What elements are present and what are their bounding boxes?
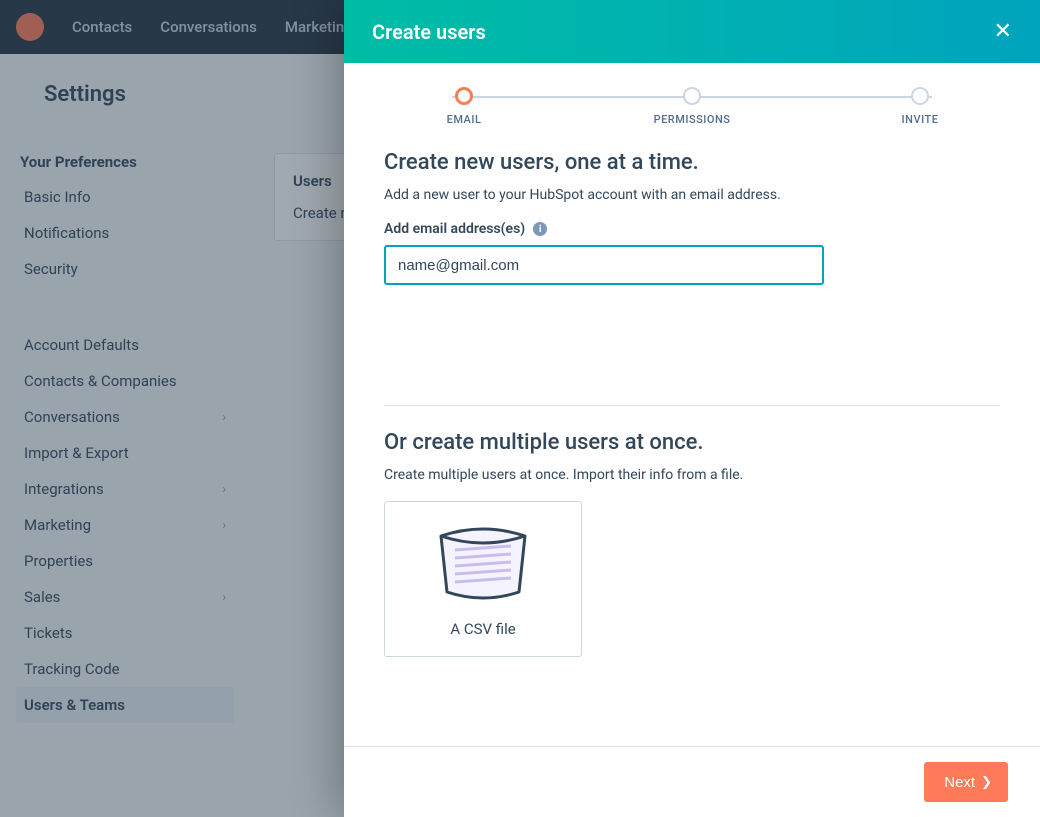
modal-header: Create users ✕ (344, 0, 1040, 63)
csv-import-card[interactable]: A CSV file (384, 501, 582, 657)
section-divider (384, 405, 1000, 406)
multi-user-heading: Or create multiple users at once. (384, 430, 1000, 455)
multi-user-desc: Create multiple users at once. Import th… (384, 467, 1000, 483)
close-icon[interactable]: ✕ (994, 21, 1012, 43)
step-email[interactable]: EMAIL (404, 87, 524, 126)
info-icon[interactable]: i (533, 222, 547, 236)
create-users-modal: Create users ✕ EMAIL PERMISSIONS INVITE … (344, 0, 1040, 817)
stepper: EMAIL PERMISSIONS INVITE (404, 87, 980, 126)
single-user-heading: Create new users, one at a time. (384, 150, 1000, 175)
chevron-right-icon: ❯ (981, 774, 992, 790)
email-field-label-text: Add email address(es) (384, 221, 525, 237)
csv-file-icon (399, 516, 567, 608)
step-circle-icon (455, 87, 473, 105)
step-label: EMAIL (447, 113, 482, 126)
step-label: INVITE (902, 113, 939, 126)
step-circle-icon (911, 87, 929, 105)
step-invite[interactable]: INVITE (860, 87, 980, 126)
step-label: PERMISSIONS (654, 113, 731, 126)
modal-title: Create users (372, 20, 486, 44)
next-button-label: Next (944, 774, 975, 791)
email-field-label: Add email address(es) i (384, 221, 1000, 237)
single-user-desc: Add a new user to your HubSpot account w… (384, 187, 1000, 203)
csv-card-caption: A CSV file (399, 620, 567, 638)
step-permissions[interactable]: PERMISSIONS (632, 87, 752, 126)
email-input[interactable] (384, 245, 824, 285)
modal-body: EMAIL PERMISSIONS INVITE Create new user… (344, 63, 1040, 746)
next-button[interactable]: Next ❯ (924, 762, 1008, 802)
step-circle-icon (683, 87, 701, 105)
modal-footer: Next ❯ (344, 746, 1040, 817)
